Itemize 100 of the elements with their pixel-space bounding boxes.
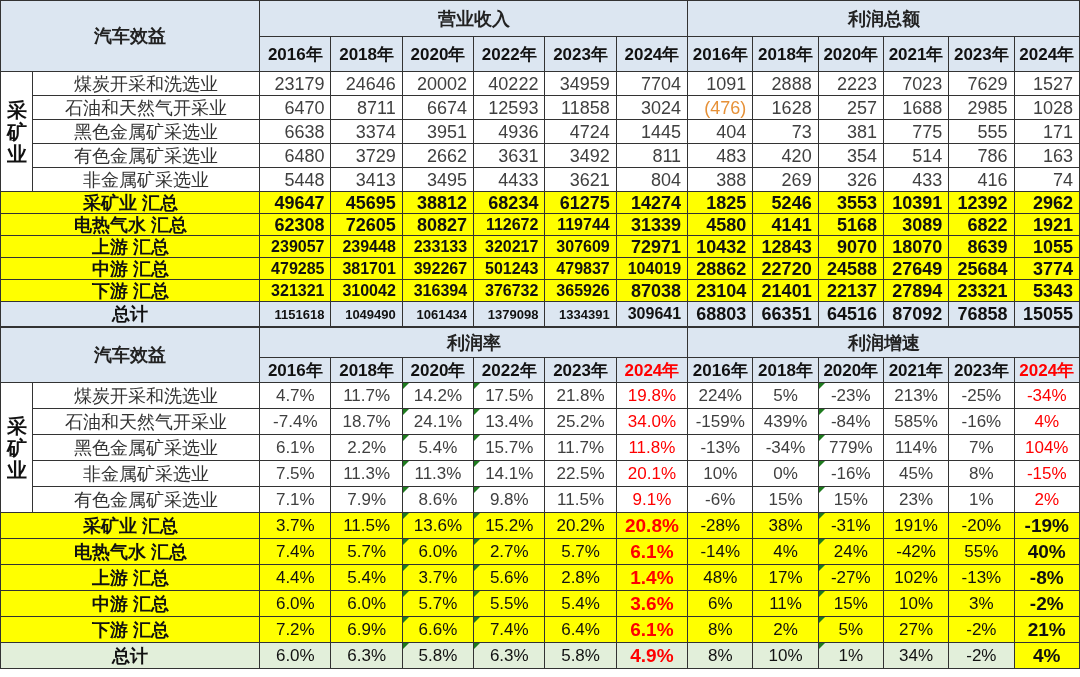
column-group-header: 利润增速 [687, 327, 1080, 358]
row-header: 非金属矿采选业 [32, 460, 260, 487]
table-cell: 6.1% [259, 434, 331, 461]
row-header: 石油和天然气开采业 [32, 95, 260, 120]
table-cell: 5.4% [402, 434, 474, 461]
table-cell: 6.1% [616, 538, 688, 565]
table-cell: 5.7% [330, 538, 403, 565]
table-cell: 3.7% [402, 564, 474, 591]
table-cell: 3.7% [259, 512, 331, 539]
table-cell: 2.2% [330, 434, 403, 461]
table-cell: 4.9% [616, 642, 688, 669]
table-cell: 18.7% [330, 408, 403, 435]
table-cell: 11.3% [330, 460, 403, 487]
table-cell: 9.1% [616, 486, 688, 513]
row-header: 电热气水 汇总 [0, 213, 260, 236]
row-header: 黑色金属矿采选业 [32, 434, 260, 461]
row-header: 总计 [0, 301, 260, 327]
table-cell: 15.2% [473, 512, 545, 539]
table-cell: 2.7% [473, 538, 545, 565]
row-header: 采矿业 汇总 [0, 191, 260, 214]
table-cell: 4.4% [259, 564, 331, 591]
row-header: 总计 [0, 642, 260, 669]
table-cell: 20.8% [616, 512, 688, 539]
row-header: 中游 汇总 [0, 590, 260, 617]
table-cell: 13.6% [402, 512, 474, 539]
table-cell: 20.2% [544, 512, 617, 539]
column-header: 2024年 [1014, 36, 1080, 72]
table-cell: 7.4% [473, 616, 545, 643]
row-header: 煤炭开采和洗选业 [32, 71, 260, 96]
column-header: 2023年 [948, 36, 1014, 72]
column-group-header: 利润总额 [687, 0, 1080, 37]
row-header: 中游 汇总 [0, 257, 260, 280]
row-header: 有色金属矿采选业 [32, 486, 260, 513]
table-cell: 4.7% [259, 382, 331, 409]
table-cell: 14.1% [473, 460, 545, 487]
table-cell: 5.6% [473, 564, 545, 591]
table-cell: 5.8% [544, 642, 617, 669]
table-cell: 3.6% [616, 590, 688, 617]
table-cell: 1.4% [616, 564, 688, 591]
table-cell: 2.8% [544, 564, 617, 591]
row-header: 电热气水 汇总 [0, 538, 260, 565]
table-cell: 5.8% [402, 642, 474, 669]
column-header: 2018年 [752, 36, 819, 72]
table-cell: 7.5% [259, 460, 331, 487]
table-cell: 6.3% [330, 642, 403, 669]
row-header: 石油和天然气开采业 [32, 408, 260, 435]
table-cell: 15.7% [473, 434, 545, 461]
table-title: 汽车效益 [0, 0, 260, 72]
table-cell: 11.5% [330, 512, 403, 539]
table-cell: 6.6% [402, 616, 474, 643]
row-header: 上游 汇总 [0, 235, 260, 258]
table-cell: 5.5% [473, 590, 545, 617]
table-cell: 34.0% [616, 408, 688, 435]
table-cell: 6.0% [259, 590, 331, 617]
column-group-header: 利润率 [259, 327, 688, 358]
table-cell: 22.5% [544, 460, 617, 487]
table-cell: 21.8% [544, 382, 617, 409]
table-cell: 17.5% [473, 382, 545, 409]
table-cell: 6.4% [544, 616, 617, 643]
table-cell: 6.1% [616, 616, 688, 643]
column-header: 2024年 [616, 36, 688, 72]
column-header: 2022年 [473, 36, 545, 72]
column-group-header: 营业收入 [259, 0, 688, 37]
table-cell: 11.5% [544, 486, 617, 513]
table-cell: 24.1% [402, 408, 474, 435]
row-header: 有色金属矿采选业 [32, 143, 260, 168]
table-cell: 19.8% [616, 382, 688, 409]
table-title: 汽车效益 [0, 327, 260, 383]
table-cell: 11.3% [402, 460, 474, 487]
column-header: 2021年 [883, 36, 949, 72]
table-cell: 14.2% [402, 382, 474, 409]
table-cell: 11.7% [330, 382, 403, 409]
table-cell: 6.9% [330, 616, 403, 643]
column-header: 2020年 [402, 36, 474, 72]
row-header: 黑色金属矿采选业 [32, 119, 260, 144]
table-cell: 6.0% [330, 590, 403, 617]
table-cell: 5.4% [544, 590, 617, 617]
row-header: 下游 汇总 [0, 616, 260, 643]
column-header: 2023年 [544, 36, 617, 72]
table-cell: 6.3% [473, 642, 545, 669]
table-cell: 6.0% [259, 642, 331, 669]
table-cell: 5.7% [544, 538, 617, 565]
column-header: 2016年 [687, 36, 753, 72]
table-cell: 7.4% [259, 538, 331, 565]
row-header: 非金属矿采选业 [32, 167, 260, 192]
table-cell: 11.8% [616, 434, 688, 461]
row-header: 上游 汇总 [0, 564, 260, 591]
table-cell: 6.0% [402, 538, 474, 565]
table-cell: 9.8% [473, 486, 545, 513]
table-cell: 7.1% [259, 486, 331, 513]
table-cell: 7.9% [330, 486, 403, 513]
table-cell: 13.4% [473, 408, 545, 435]
table-cell: 20.1% [616, 460, 688, 487]
table-cell: 25.2% [544, 408, 617, 435]
row-group-label: 采矿业 [6, 414, 27, 481]
column-header: 2016年 [259, 36, 331, 72]
table-cell: 7.2% [259, 616, 331, 643]
table-cell: 8.6% [402, 486, 474, 513]
table-cell: 5.4% [330, 564, 403, 591]
column-header: 2020年 [818, 36, 884, 72]
